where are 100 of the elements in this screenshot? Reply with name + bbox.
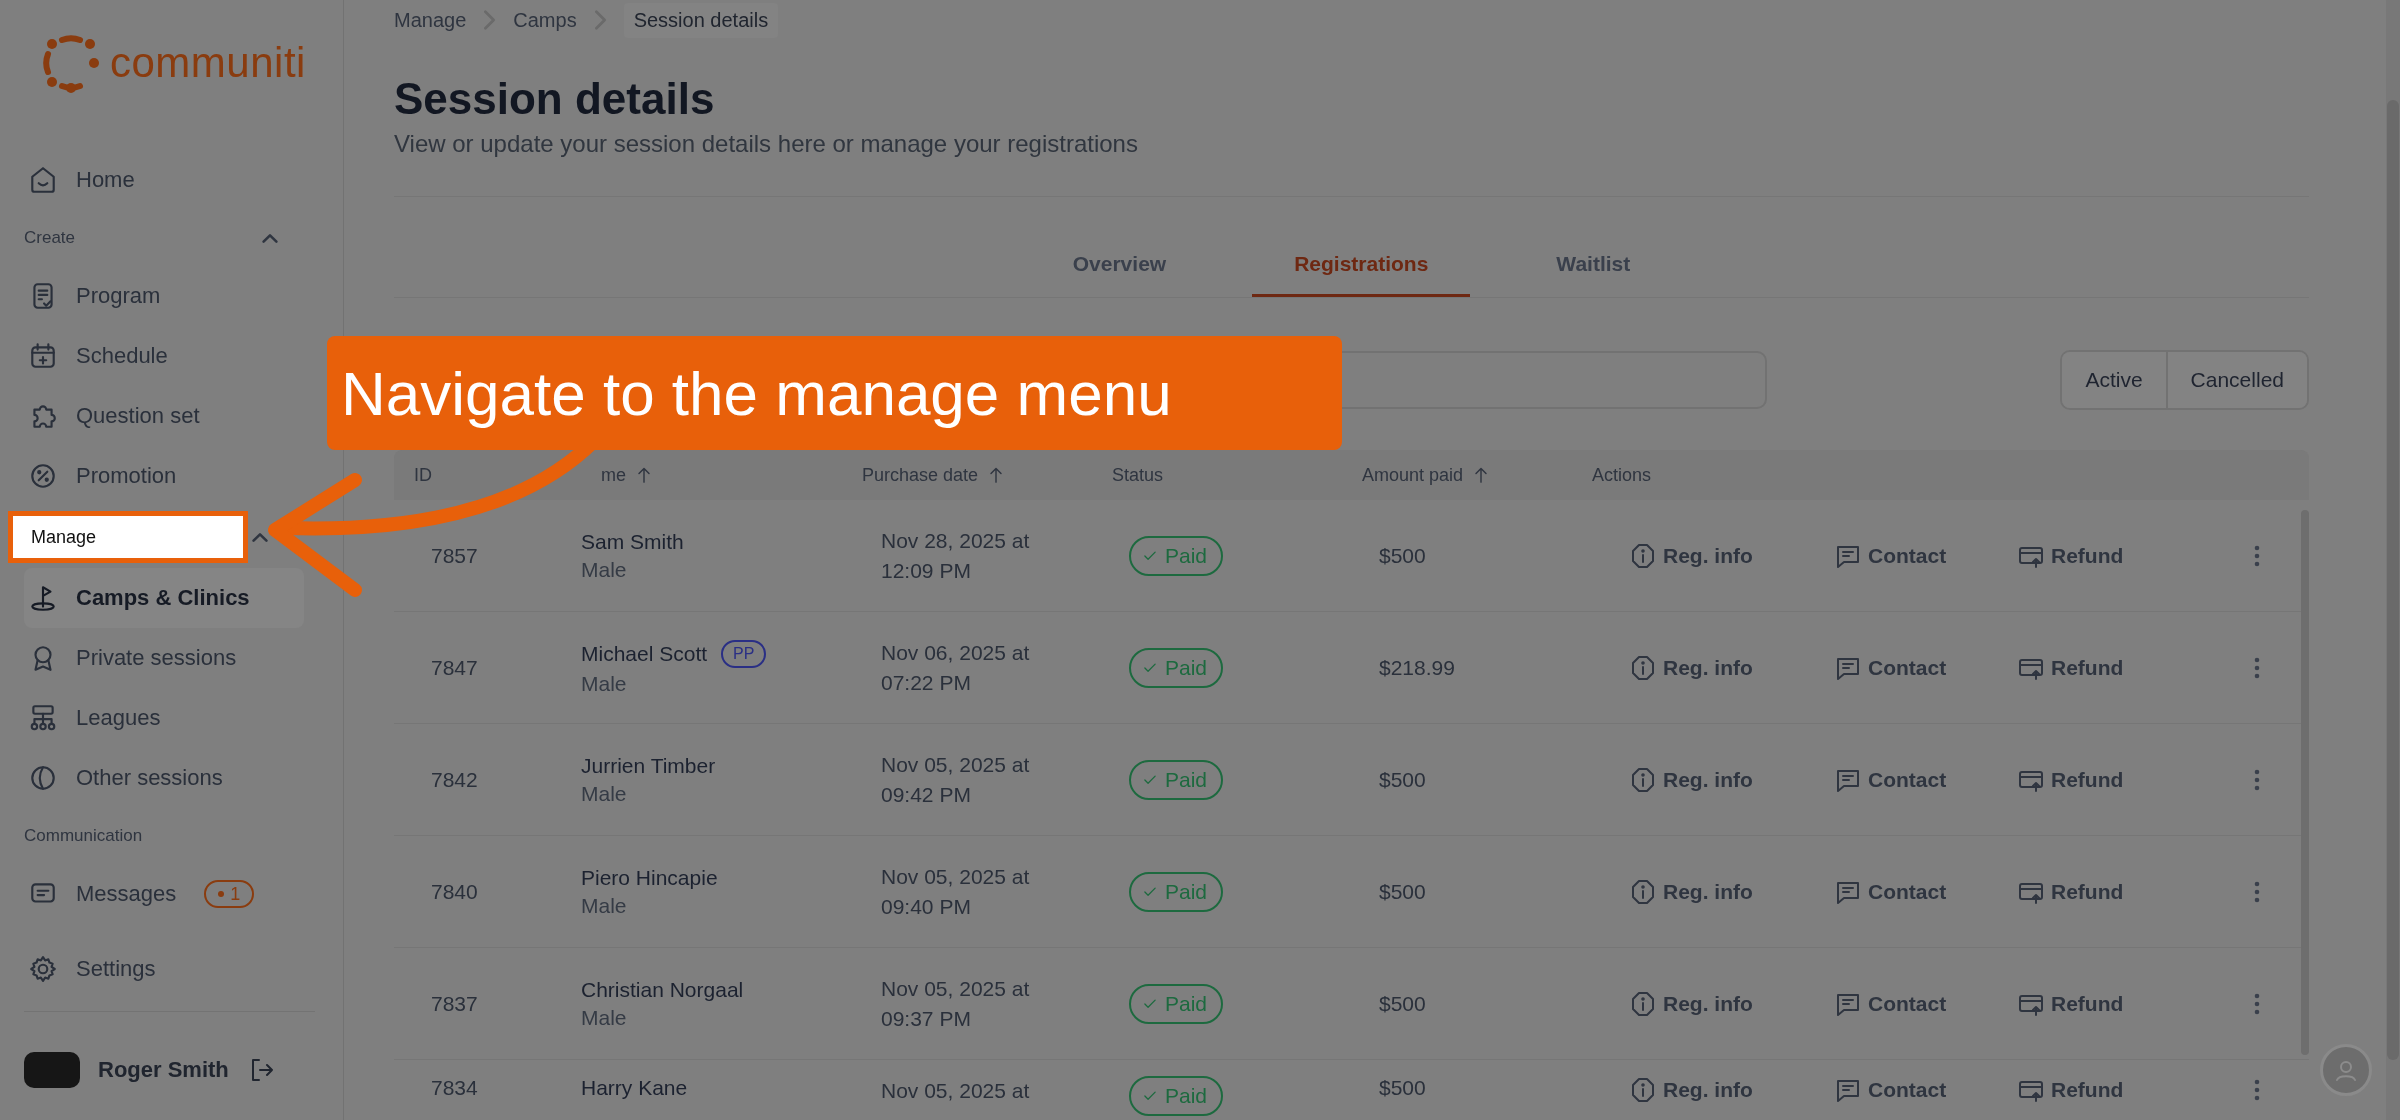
tab[interactable]: Registrations xyxy=(1252,252,1471,297)
status-tag: Paid xyxy=(1129,647,1224,688)
action-link[interactable]: Refund xyxy=(2017,989,2253,1018)
logo-icon xyxy=(40,32,102,94)
gender-text: Male xyxy=(581,557,627,582)
info-icon xyxy=(1629,653,1657,682)
table-cell: $500 xyxy=(1379,1076,1426,1100)
unread-badge: 1 xyxy=(204,880,255,908)
filter-button[interactable]: Active xyxy=(2062,352,2166,408)
purchase-date: Nov 05, 2025 at xyxy=(881,1078,1031,1104)
participant-name: Piero Hincapie xyxy=(581,865,718,890)
nav-item[interactable]: Home xyxy=(24,150,304,210)
gender-text: Male xyxy=(581,1005,627,1030)
nav-item[interactable]: Leagues xyxy=(24,688,304,748)
column-header[interactable]: me xyxy=(601,464,654,486)
action-link[interactable]: Contact xyxy=(1834,877,2017,906)
calendar-icon xyxy=(28,341,58,371)
nav-item[interactable]: Promotion xyxy=(24,446,304,506)
action-link[interactable]: Contact xyxy=(1834,1076,2017,1104)
table-cell: $500 xyxy=(1379,991,1426,1016)
info-icon xyxy=(1629,765,1657,794)
table-cell: 7842 xyxy=(431,767,478,792)
action-link[interactable]: Contact xyxy=(1834,765,2017,794)
status-tag: Paid xyxy=(1129,535,1224,576)
action-link[interactable]: Reg. info xyxy=(1629,653,1834,682)
status-tag: Paid xyxy=(1129,1076,1224,1116)
more-icon[interactable] xyxy=(2253,991,2261,1016)
action-link[interactable]: Refund xyxy=(2017,653,2253,682)
table-cell: $500 xyxy=(1379,543,1426,568)
action-link[interactable]: Reg. info xyxy=(1629,1076,1834,1104)
nav-item[interactable]: Camps & Clinics xyxy=(24,568,304,628)
nav-item[interactable]: Program xyxy=(24,266,304,326)
status-tag: Paid xyxy=(1129,759,1224,800)
tab[interactable]: Waitlist xyxy=(1514,252,1673,297)
percent-icon xyxy=(28,461,58,491)
hierarchy-icon xyxy=(28,703,58,733)
action-link[interactable]: Refund xyxy=(2017,541,2253,570)
table-cell: $218.99 xyxy=(1379,655,1455,680)
more-icon[interactable] xyxy=(2253,655,2261,680)
chat-bubble-icon[interactable] xyxy=(2320,1044,2372,1096)
column-header[interactable]: Amount paid xyxy=(1362,464,1492,486)
purchase-date: Nov 05, 2025 at 09:37 PM xyxy=(881,975,1031,1032)
table-cell: 7857 xyxy=(431,543,478,568)
info-icon xyxy=(1629,877,1657,906)
action-link[interactable]: Contact xyxy=(1834,541,2017,570)
nav-item[interactable]: Schedule xyxy=(24,326,304,386)
gender-text: Male xyxy=(581,671,627,696)
filter-button[interactable]: Cancelled xyxy=(2165,352,2307,408)
breadcrumb-link[interactable]: Camps xyxy=(513,8,577,32)
action-link[interactable]: Reg. info xyxy=(1629,765,1834,794)
action-link[interactable]: Reg. info xyxy=(1629,541,1834,570)
status-tag: Paid xyxy=(1129,871,1224,912)
participant-name: Michael Scott xyxy=(581,641,708,666)
settings-label: Settings xyxy=(76,956,156,982)
nav-item[interactable]: Private sessions xyxy=(24,628,304,688)
more-icon[interactable] xyxy=(2253,767,2261,792)
nav-item[interactable]: Question set xyxy=(24,386,304,446)
status-tag: Paid xyxy=(1129,983,1224,1024)
table-cell: 7834 xyxy=(431,1076,478,1100)
purchase-date: Nov 06, 2025 at 07:22 PM xyxy=(881,639,1031,696)
action-link[interactable]: Refund xyxy=(2017,765,2253,794)
page-subtitle: View or update your session details here or manage your registrations xyxy=(394,130,1139,158)
action-link[interactable]: Contact xyxy=(1834,653,2017,682)
avatar-image xyxy=(24,1052,80,1088)
participant-name: Sam Smith xyxy=(581,529,684,554)
logo-text: communiti xyxy=(110,39,306,87)
breadcrumb-link[interactable]: Manage xyxy=(394,8,467,32)
info-icon xyxy=(1629,989,1657,1018)
gender-text: Male xyxy=(581,893,627,918)
section-label: Communication xyxy=(24,826,143,846)
user-name: Roger Smith xyxy=(98,1057,229,1083)
nav-item[interactable]: Settings xyxy=(28,939,303,999)
breadcrumb-link[interactable]: Session details xyxy=(623,2,779,38)
gender-text: Male xyxy=(581,781,627,806)
info-icon xyxy=(1629,541,1657,570)
action-link[interactable]: Refund xyxy=(2017,877,2253,906)
participant-name: Harry Kane xyxy=(581,1076,688,1100)
tab[interactable]: Overview xyxy=(1030,252,1209,297)
tag: PP xyxy=(721,639,767,668)
action-link[interactable]: Refund xyxy=(2017,1076,2253,1104)
tour-tooltip: Navigate to the manage menu xyxy=(327,336,1342,450)
nav-item[interactable]: Messages 1 xyxy=(24,864,304,924)
action-link[interactable]: Reg. info xyxy=(1629,989,1834,1018)
participant-name: Christian Norgaal xyxy=(581,977,744,1002)
table-cell: 7840 xyxy=(431,879,478,904)
half-circle-icon xyxy=(28,763,58,793)
action-link[interactable]: Contact xyxy=(1834,989,2017,1018)
more-icon[interactable] xyxy=(2253,1078,2261,1102)
column-header[interactable]: Purchase date xyxy=(862,464,1007,486)
home-icon xyxy=(28,165,58,195)
purchase-date: Nov 05, 2025 at 09:40 PM xyxy=(881,863,1031,920)
more-icon[interactable] xyxy=(2253,543,2261,568)
nav-item[interactable]: Other sessions xyxy=(24,748,304,808)
column-header: Actions xyxy=(1592,464,1652,486)
column-header: Status xyxy=(1112,464,1164,486)
highlighted-section-label[interactable]: Manage xyxy=(8,511,248,563)
action-link[interactable]: Reg. info xyxy=(1629,877,1834,906)
page-title: Session details xyxy=(394,73,716,125)
more-icon[interactable] xyxy=(2253,879,2261,904)
column-header: ID xyxy=(414,464,432,486)
